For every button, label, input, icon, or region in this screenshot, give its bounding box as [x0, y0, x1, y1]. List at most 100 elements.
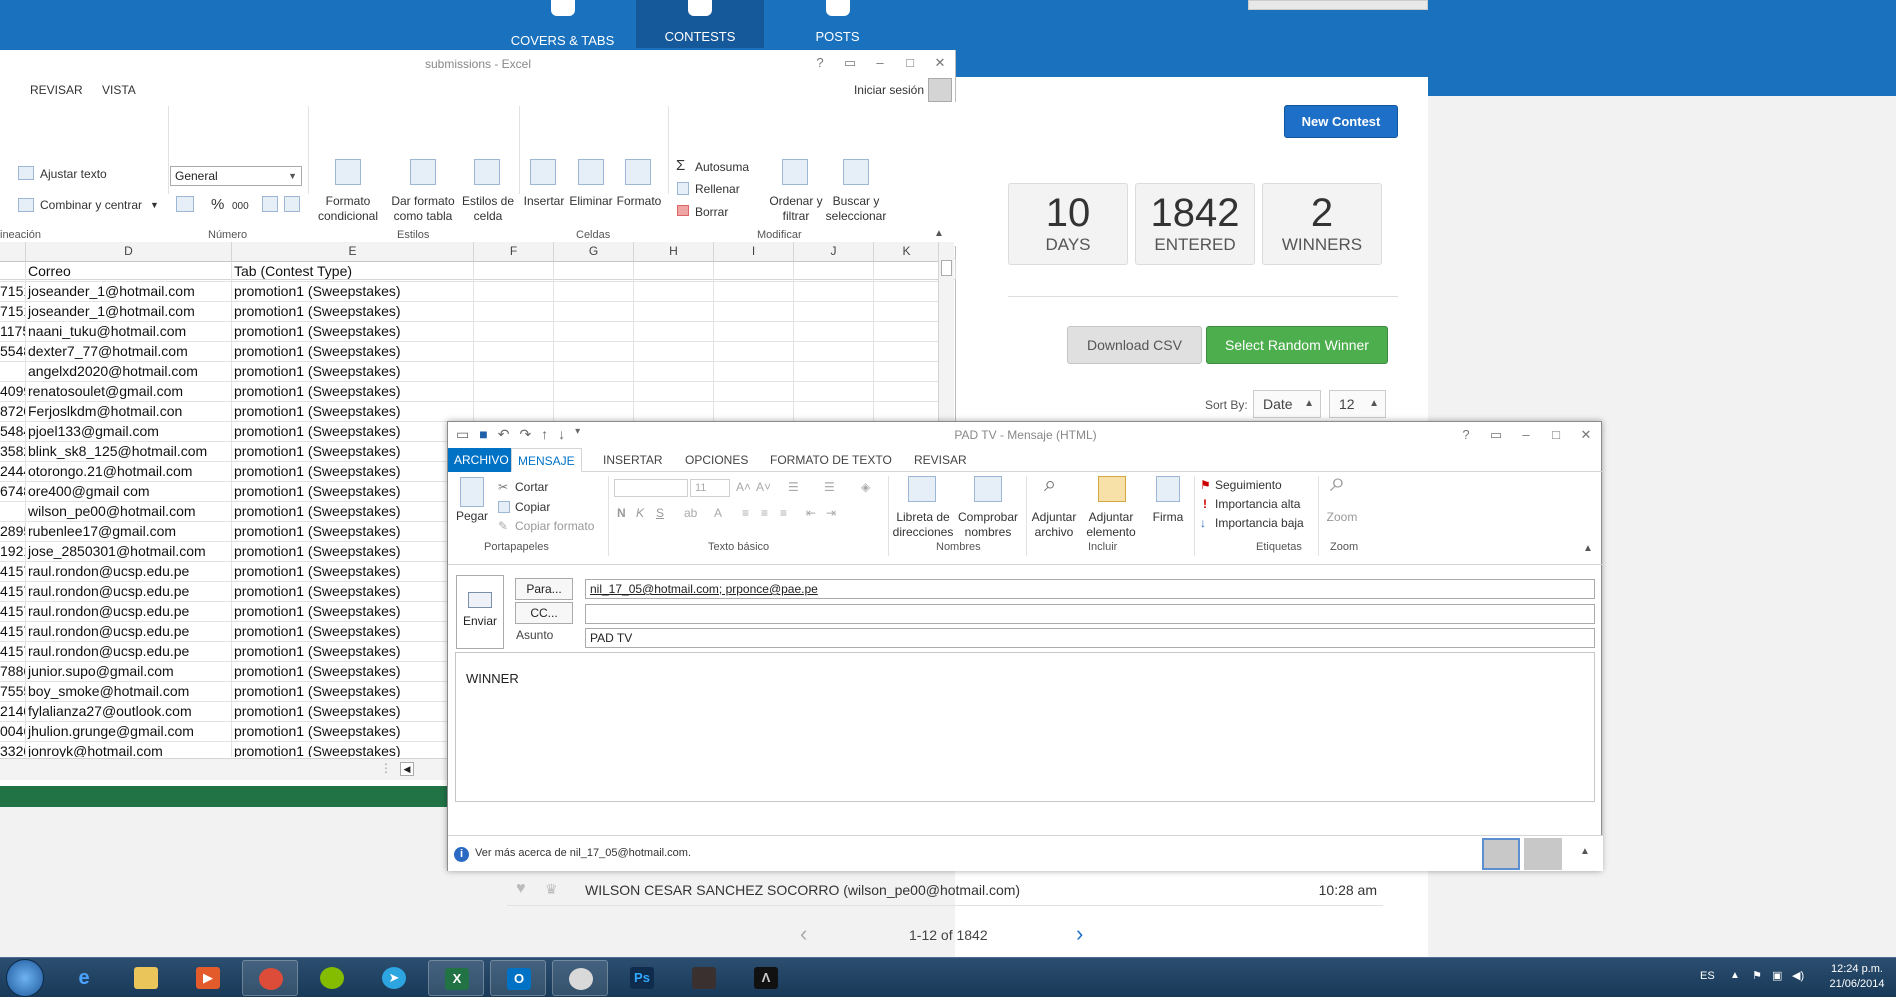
table-cell[interactable]: promotion1 (Sweepstakes): [232, 302, 474, 322]
currency-icon[interactable]: [176, 196, 194, 212]
table-cell[interactable]: raul.rondon@ucsp.edu.pe: [26, 602, 232, 622]
table-cell[interactable]: promotion1 (Sweepstakes): [232, 662, 474, 682]
italic-button[interactable]: K: [636, 506, 644, 521]
tab-mensaje[interactable]: MENSAJE: [511, 448, 582, 472]
up-arrow-icon[interactable]: ↑: [541, 426, 548, 443]
maximize-icon[interactable]: □: [1541, 422, 1571, 448]
column-header[interactable]: G: [554, 242, 634, 262]
bullets-icon[interactable]: ☰: [788, 480, 799, 495]
table-cell[interactable]: promotion1 (Sweepstakes): [232, 542, 474, 562]
font-size-select[interactable]: 11: [690, 479, 730, 497]
table-cell[interactable]: joseander_1@hotmail.com: [26, 302, 232, 322]
table-cell[interactable]: [874, 282, 940, 302]
table-cell[interactable]: [874, 382, 940, 402]
minimize-icon[interactable]: –: [1511, 422, 1541, 448]
high-importance-button[interactable]: Importancia alta: [1215, 497, 1300, 512]
table-cell[interactable]: junior.supo@gmail.com: [26, 662, 232, 682]
table-cell[interactable]: [794, 342, 874, 362]
number-format-select[interactable]: General ▼: [170, 166, 302, 186]
table-cell[interactable]: wilson_pe00@hotmail.com: [26, 502, 232, 522]
table-cell[interactable]: promotion1 (Sweepstakes): [232, 442, 474, 462]
volume-icon[interactable]: ◀): [1792, 969, 1804, 982]
table-cell[interactable]: [634, 322, 714, 342]
clear-format-icon[interactable]: ◈: [861, 480, 870, 495]
customize-icon[interactable]: ▾: [575, 426, 580, 443]
table-cell[interactable]: promotion1 (Sweepstakes): [232, 322, 474, 342]
table-cell[interactable]: 1175: [0, 322, 26, 342]
table-cell[interactable]: [554, 262, 634, 282]
column-header[interactable]: [0, 242, 26, 262]
table-cell[interactable]: 4099: [0, 382, 26, 402]
scroll-left-icon[interactable]: ◀: [400, 762, 414, 776]
table-cell[interactable]: promotion1 (Sweepstakes): [232, 282, 474, 302]
copy-button[interactable]: Copiar: [515, 500, 550, 515]
table-cell[interactable]: raul.rondon@ucsp.edu.pe: [26, 622, 232, 642]
table-cell[interactable]: [554, 402, 634, 422]
table-cell[interactable]: [714, 322, 794, 342]
tab-archivo[interactable]: ARCHIVO: [448, 448, 515, 472]
column-header[interactable]: F: [474, 242, 554, 262]
address-book-button[interactable]: Libreta de direcciones: [892, 510, 954, 540]
clock[interactable]: 12:24 p.m. 21/06/2014: [1820, 962, 1894, 992]
taskbar-excel[interactable]: X: [428, 960, 484, 996]
table-cell[interactable]: [634, 282, 714, 302]
taskbar-photoshop[interactable]: Ps: [614, 960, 670, 996]
underline-button[interactable]: S: [656, 506, 664, 521]
table-cell[interactable]: [634, 362, 714, 382]
contact-photo-icon[interactable]: [1482, 838, 1520, 870]
numbering-icon[interactable]: ☰: [824, 480, 835, 495]
network-icon[interactable]: ▣: [1772, 969, 1782, 982]
table-cell[interactable]: 4157: [0, 582, 26, 602]
table-cell[interactable]: 4157: [0, 622, 26, 642]
nav-posts[interactable]: POSTS: [780, 0, 895, 48]
table-cell[interactable]: [794, 402, 874, 422]
table-cell[interactable]: promotion1 (Sweepstakes): [232, 682, 474, 702]
subject-field[interactable]: PAD TV: [585, 628, 1595, 648]
conditional-format-button[interactable]: Formato condicional: [312, 194, 384, 224]
table-cell[interactable]: promotion1 (Sweepstakes): [232, 722, 474, 742]
table-cell[interactable]: [714, 302, 794, 322]
table-cell[interactable]: promotion1 (Sweepstakes): [232, 602, 474, 622]
table-cell[interactable]: [874, 362, 940, 382]
tab-formato-texto[interactable]: FORMATO DE TEXTO: [764, 448, 898, 472]
table-cell[interactable]: [554, 302, 634, 322]
table-cell[interactable]: [794, 322, 874, 342]
wrap-text-button[interactable]: Ajustar texto: [40, 167, 107, 182]
check-names-button[interactable]: Comprobar nombres: [956, 510, 1020, 540]
table-cell[interactable]: otorongo.21@hotmail.com: [26, 462, 232, 482]
contact-photo-icon[interactable]: [1524, 838, 1562, 870]
font-name-select[interactable]: [614, 479, 688, 497]
table-cell[interactable]: dexter7_77@hotmail.com: [26, 342, 232, 362]
table-cell[interactable]: promotion1 (Sweepstakes): [232, 422, 474, 442]
message-body[interactable]: WINNER: [455, 652, 1595, 802]
scroll-thumb[interactable]: [941, 260, 952, 276]
taskbar-arrow[interactable]: Λ: [738, 960, 794, 996]
table-cell[interactable]: [874, 302, 940, 322]
nav-contests[interactable]: CONTESTS: [636, 0, 764, 48]
table-cell[interactable]: promotion1 (Sweepstakes): [232, 742, 474, 757]
cc-field[interactable]: [585, 604, 1595, 624]
people-info-link[interactable]: Ver más acerca de nil_17_05@hotmail.com.: [475, 847, 691, 859]
column-header[interactable]: I: [714, 242, 794, 262]
table-cell[interactable]: [714, 282, 794, 302]
decrease-decimal-icon[interactable]: [284, 196, 300, 212]
table-cell[interactable]: promotion1 (Sweepstakes): [232, 642, 474, 662]
thousands-button[interactable]: 000: [232, 199, 249, 214]
table-cell[interactable]: promotion1 (Sweepstakes): [232, 482, 474, 502]
table-cell[interactable]: [874, 322, 940, 342]
column-header[interactable]: H: [634, 242, 714, 262]
table-cell[interactable]: rubenlee17@gmail.com: [26, 522, 232, 542]
flag-icon[interactable]: ⚑: [1752, 969, 1762, 982]
table-cell[interactable]: blink_sk8_125@hotmail.com: [26, 442, 232, 462]
taskbar-outlook[interactable]: O: [490, 960, 546, 996]
table-cell[interactable]: 4157: [0, 602, 26, 622]
sign-in-link[interactable]: Iniciar sesión: [854, 83, 924, 97]
search-input[interactable]: [1248, 0, 1428, 10]
nav-covers-tabs[interactable]: COVERS & TABS: [510, 0, 615, 48]
insert-button[interactable]: Insertar: [520, 194, 568, 209]
table-cell[interactable]: Ferjoslkdm@hotmail.con: [26, 402, 232, 422]
minimize-icon[interactable]: –: [865, 50, 895, 78]
increase-decimal-icon[interactable]: [262, 196, 278, 212]
table-cell[interactable]: [474, 262, 554, 282]
taskbar-telegram[interactable]: ➤: [366, 960, 422, 996]
